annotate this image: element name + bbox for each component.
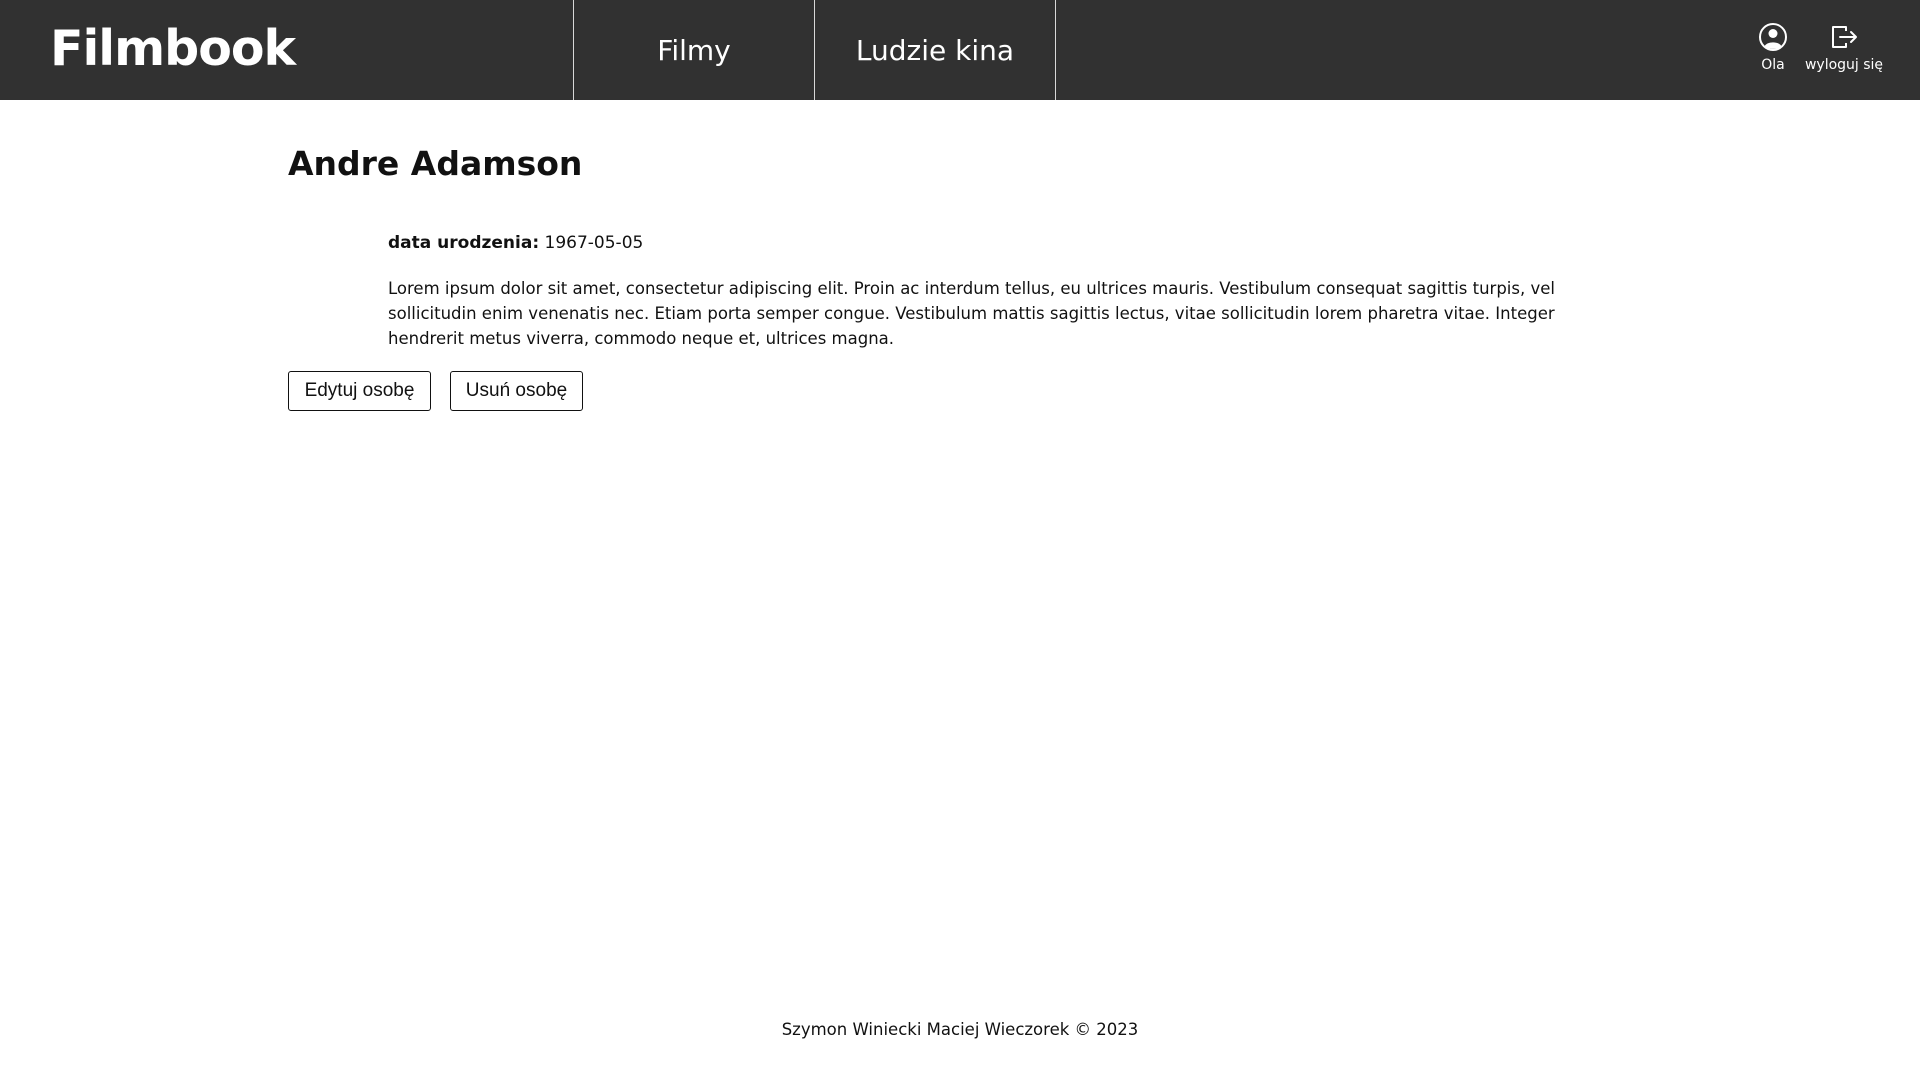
birth-date-label: data urodzenia: [388,233,540,253]
logout-icon [1829,22,1859,52]
edit-person-button[interactable]: Edytuj osobę [288,371,431,411]
top-navbar: Filmbook Filmy Ludzie kina Ola wyloguj s… [0,0,1920,100]
delete-person-button[interactable]: Usuń osobę [450,371,583,411]
nav-link-people[interactable]: Ludzie kina [814,0,1056,100]
nav-link-films[interactable]: Filmy [573,0,814,100]
page-title: Andre Adamson [288,144,583,183]
app-logo[interactable]: Filmbook [50,19,296,79]
user-name-label: Ola [1761,57,1785,73]
logout-button[interactable]: wyloguj się [1805,22,1883,73]
user-circle-icon [1758,22,1788,52]
footer-credits: Szymon Winiecki Maciej Wieczorek © 2023 [781,1020,1139,1039]
person-biography: Lorem ipsum dolor sit amet, consectetur … [388,279,1555,348]
birth-date-value: 1967-05-05 [544,233,644,253]
user-profile-link[interactable]: Ola [1756,22,1790,73]
logout-label: wyloguj się [1804,57,1884,73]
birth-date-row: data urodzenia: 1967-05-05 [388,231,643,255]
